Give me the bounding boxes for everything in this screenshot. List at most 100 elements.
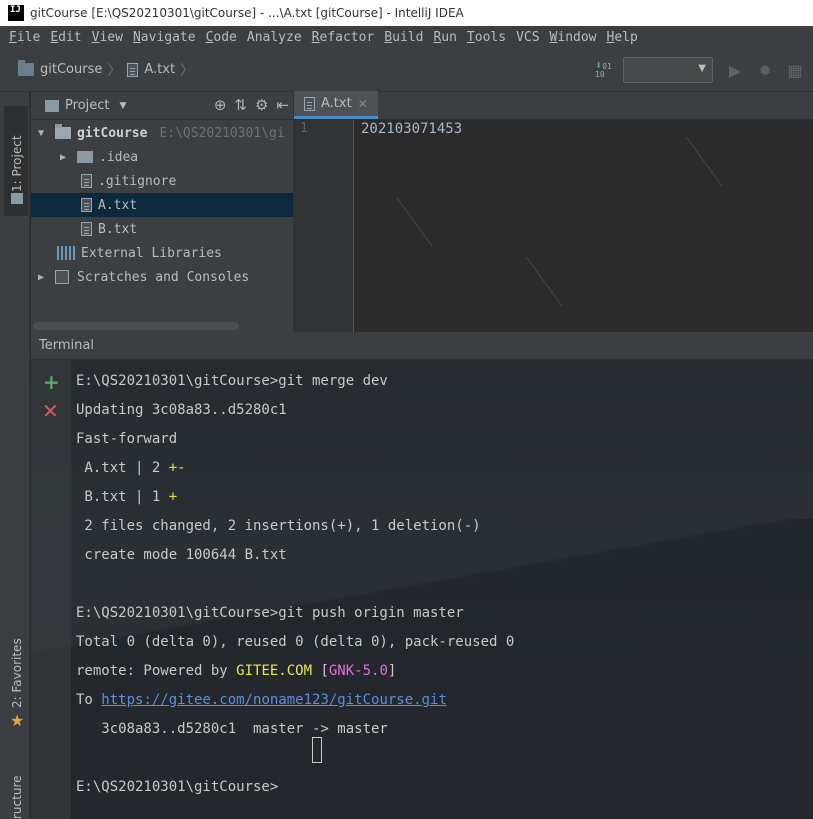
- line-number: 1: [300, 121, 308, 136]
- menu-edit[interactable]: Edit: [45, 30, 86, 45]
- hide-icon[interactable]: ⇤: [276, 96, 289, 114]
- project-icon: [45, 99, 59, 112]
- editor-area: A.txt ✕ 1 202103071453: [293, 91, 813, 332]
- coverage-icon[interactable]: ▦: [783, 61, 807, 80]
- project-tool-label[interactable]: 1: Project: [10, 135, 24, 192]
- to-prefix: To: [76, 692, 102, 708]
- menu-window[interactable]: Window: [545, 30, 602, 45]
- tree-item-path: E:\QS20210301\gi: [159, 125, 285, 141]
- terminal-prompt: E:\QS20210301\gitCourse>: [76, 779, 279, 795]
- expand-arrow-icon[interactable]: ▼: [35, 128, 47, 139]
- bracket-close: ]: [387, 663, 397, 679]
- breadcrumb-project[interactable]: gitCourse: [40, 62, 102, 77]
- terminal-line: Total 0 (delta 0), reused 0 (delta 0), p…: [76, 634, 515, 650]
- collapse-all-icon[interactable]: ⇅: [234, 96, 247, 114]
- menu-help-label: elp: [614, 29, 638, 45]
- expand-arrow-icon[interactable]: ▶: [57, 152, 69, 163]
- editor-tab-a-txt[interactable]: A.txt ✕: [294, 91, 378, 119]
- terminal-line: B.txt | 1 +: [76, 483, 514, 512]
- close-icon[interactable]: ✕: [42, 399, 59, 423]
- menu-help[interactable]: Help: [602, 30, 643, 45]
- menu-code[interactable]: Code: [201, 30, 242, 45]
- text-file-icon: [81, 222, 92, 236]
- menu-refactor[interactable]: Refactor: [307, 30, 380, 45]
- background-streak: [526, 257, 563, 307]
- remote-prefix: remote: Powered by: [76, 663, 237, 679]
- close-icon[interactable]: ✕: [358, 97, 368, 111]
- terminal-line: E:\QS20210301\gitCourse>git push origin …: [76, 605, 464, 621]
- project-panel-tools: ⊕ ⇅ ⚙ ⇤: [214, 96, 289, 114]
- editor-text[interactable]: 202103071453: [361, 121, 462, 137]
- editor-tab-label: A.txt: [321, 96, 352, 111]
- editor-gutter: 1: [294, 120, 354, 332]
- menu-file-label: ile: [16, 29, 41, 45]
- background-streak: [686, 137, 723, 187]
- gear-icon[interactable]: ⚙: [255, 96, 268, 114]
- gitee-brand: GITEE.COM: [236, 663, 313, 679]
- bracket-open: [: [312, 663, 329, 679]
- structure-tool-label[interactable]: ructure: [10, 776, 24, 819]
- diffstat-file: B.txt | 1: [76, 489, 169, 505]
- menu-navigate[interactable]: Navigate: [128, 30, 201, 45]
- menu-run[interactable]: Run: [428, 30, 461, 45]
- terminal-title: Terminal: [39, 338, 94, 353]
- editor-tabs: A.txt ✕: [294, 91, 813, 120]
- text-file-icon: [304, 96, 315, 111]
- terminal-output[interactable]: E:\QS20210301\gitCourse>git merge dev Up…: [76, 367, 514, 802]
- chevron-down-icon[interactable]: ▼: [119, 101, 126, 111]
- tree-item-scratches[interactable]: ▶ Scratches and Consoles: [31, 265, 293, 289]
- terminal-line: 3c08a83..d5280c1 master -> master: [76, 721, 388, 737]
- tree-item-label: Scratches and Consoles: [77, 269, 250, 285]
- menu-tools-label: ools: [474, 29, 507, 45]
- text-file-icon: [81, 198, 92, 212]
- menu-analyze[interactable]: Analyze: [242, 30, 307, 45]
- folder-icon: [77, 151, 93, 163]
- project-view-select[interactable]: Project: [65, 98, 109, 113]
- expand-arrow-icon[interactable]: ▶: [35, 272, 47, 283]
- menu-navigate-mnemonic: N: [132, 29, 141, 45]
- menu-vcs[interactable]: VCS: [511, 30, 544, 45]
- tree-item-root[interactable]: ▼ gitCourse E:\QS20210301\gi: [31, 121, 293, 145]
- plus-icon[interactable]: +: [43, 370, 60, 394]
- project-folder-icon: [18, 60, 34, 76]
- tree-item-label: External Libraries: [81, 245, 222, 261]
- menu-tools[interactable]: Tools: [462, 30, 511, 45]
- menu-window-label: indow: [557, 29, 597, 45]
- toolbar-right: ⬇0110 ▶ ✹ ▦: [595, 48, 813, 92]
- breadcrumb-chevron-icon: 〉: [107, 62, 122, 79]
- menu-run-label: un: [441, 29, 457, 45]
- vcs-update-icon[interactable]: ⬇01 10: [595, 59, 617, 79]
- menu-build[interactable]: Build: [379, 30, 428, 45]
- favorites-tool-label[interactable]: 2: Favorites: [10, 638, 24, 708]
- remote-url-link[interactable]: https://gitee.com/noname123/gitCourse.gi…: [101, 692, 447, 708]
- menu-refactor-mnemonic: R: [311, 29, 320, 45]
- star-icon: ★: [10, 711, 25, 730]
- menu-build-mnemonic: B: [384, 29, 393, 45]
- breadcrumb-chevron-icon: 〉: [180, 62, 195, 79]
- run-configuration-select[interactable]: [623, 57, 713, 83]
- tree-item-b-txt[interactable]: B.txt: [31, 217, 293, 241]
- window-title: gitCourse [E:\QS20210301\gitCourse] - ..…: [30, 6, 464, 20]
- tree-item-idea[interactable]: ▶ .idea: [31, 145, 293, 169]
- tree-item-label: gitCourse: [77, 125, 148, 141]
- terminal-line: create mode 100644 B.txt: [76, 547, 287, 563]
- menu-bar: File Edit View Navigate Code Analyze Ref…: [0, 26, 813, 48]
- run-icon[interactable]: ▶: [723, 61, 747, 80]
- terminal-line: remote: Powered by GITEE.COM [GNK-5.0]: [76, 657, 514, 686]
- tree-item-gitignore[interactable]: .gitignore: [31, 169, 293, 193]
- terminal-line: To https://gitee.com/noname123/gitCourse…: [76, 686, 514, 715]
- gnk-version: GNK-5.0: [328, 663, 388, 679]
- debug-icon[interactable]: ✹: [753, 61, 777, 80]
- menu-file-mnemonic: F: [9, 29, 17, 45]
- menu-edit-mnemonic: E: [50, 29, 59, 45]
- breadcrumb: gitCourse 〉 A.txt 〉: [18, 60, 200, 80]
- locate-icon[interactable]: ⊕: [214, 96, 227, 114]
- breadcrumb-file[interactable]: A.txt: [144, 62, 175, 77]
- terminal-line: Fast-forward: [76, 431, 178, 447]
- tree-item-a-txt[interactable]: A.txt: [31, 193, 293, 217]
- horizontal-scrollbar[interactable]: [33, 322, 239, 330]
- menu-file[interactable]: File: [4, 30, 45, 45]
- tree-item-external-libraries[interactable]: External Libraries: [31, 241, 293, 265]
- menu-view[interactable]: View: [87, 30, 128, 45]
